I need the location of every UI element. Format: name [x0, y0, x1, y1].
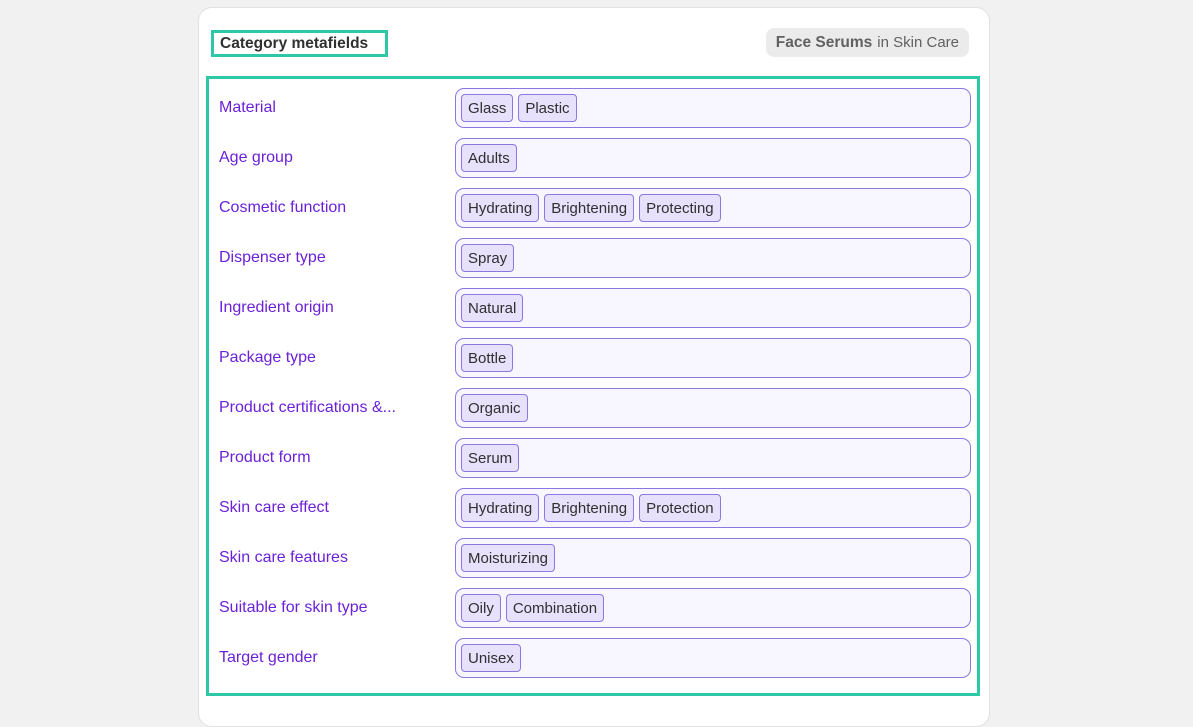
value-chip[interactable]: Protecting: [639, 194, 721, 222]
metafield-value-input[interactable]: Natural: [455, 288, 971, 328]
value-chip[interactable]: Adults: [461, 144, 517, 172]
metafield-row: Age group Adults: [209, 138, 977, 178]
metafield-row: Skin care features Moisturizing: [209, 538, 977, 578]
value-chip[interactable]: Moisturizing: [461, 544, 556, 572]
value-chip[interactable]: Serum: [461, 444, 520, 472]
metafield-label[interactable]: Product certifications &...: [219, 388, 396, 428]
metafield-label[interactable]: Skin care features: [219, 538, 348, 578]
metafield-label[interactable]: Product form: [219, 438, 311, 478]
metafield-value-input[interactable]: Hydrating Brightening Protection: [455, 488, 971, 528]
value-chip[interactable]: Hydrating: [461, 194, 540, 222]
value-chip[interactable]: Organic: [461, 394, 528, 422]
category-metafields-card: Category metafields Face Serums in Skin …: [198, 7, 990, 727]
metafields-list: Material Glass Plastic Age group Adults Cosme…: [206, 76, 980, 696]
metafield-row: Target gender Unisex: [209, 638, 977, 678]
value-chip[interactable]: Combination: [505, 594, 605, 622]
value-chip[interactable]: Bottle: [461, 344, 514, 372]
metafield-value-input[interactable]: Moisturizing: [455, 538, 971, 578]
metafield-row: Material Glass Plastic: [209, 88, 977, 128]
metafield-value-input[interactable]: Serum: [455, 438, 971, 478]
metafield-value-input[interactable]: Spray: [455, 238, 971, 278]
metafield-label[interactable]: Package type: [219, 338, 316, 378]
metafield-value-input[interactable]: Hydrating Brightening Protecting: [455, 188, 971, 228]
value-chip[interactable]: Natural: [461, 294, 524, 322]
value-chip[interactable]: Hydrating: [461, 494, 540, 522]
metafield-label[interactable]: Cosmetic function: [219, 188, 346, 228]
value-chip[interactable]: Oily: [461, 594, 501, 622]
metafield-row: Product certifications &... Organic: [209, 388, 977, 428]
metafield-row: Skin care effect Hydrating Brightening Prot…: [209, 488, 977, 528]
value-chip[interactable]: Spray: [461, 244, 515, 272]
metafield-label[interactable]: Dispenser type: [219, 238, 326, 278]
value-chip[interactable]: Plastic: [518, 94, 577, 122]
metafield-value-input[interactable]: Oily Combination: [455, 588, 971, 628]
metafield-label[interactable]: Material: [219, 88, 276, 128]
metafield-row: Cosmetic function Hydrating Brightening Pro…: [209, 188, 977, 228]
metafield-value-input[interactable]: Organic: [455, 388, 971, 428]
metafield-value-input[interactable]: Glass Plastic: [455, 88, 971, 128]
card-title: Category metafields: [220, 34, 369, 52]
category-name: Face Serums: [775, 33, 873, 51]
metafield-row: Suitable for skin type Oily Combination: [209, 588, 977, 628]
value-chip[interactable]: Unisex: [461, 644, 521, 672]
title-highlight: Category metafields: [211, 30, 388, 57]
metafield-value-input[interactable]: Adults: [455, 138, 971, 178]
metafield-label[interactable]: Skin care effect: [219, 488, 329, 528]
value-chip[interactable]: Brightening: [544, 494, 635, 522]
value-chip[interactable]: Glass: [461, 94, 514, 122]
metafield-label[interactable]: Age group: [219, 138, 293, 178]
metafield-value-input[interactable]: Bottle: [455, 338, 971, 378]
metafield-value-input[interactable]: Unisex: [455, 638, 971, 678]
metafield-row: Package type Bottle: [209, 338, 977, 378]
metafield-row: Dispenser type Spray: [209, 238, 977, 278]
category-parent: in Skin Care: [877, 34, 959, 51]
value-chip[interactable]: Protection: [639, 494, 721, 522]
metafield-label[interactable]: Target gender: [219, 638, 318, 678]
metafield-row: Product form Serum: [209, 438, 977, 478]
metafield-row: Ingredient origin Natural: [209, 288, 977, 328]
metafield-label[interactable]: Ingredient origin: [219, 288, 334, 328]
metafield-label[interactable]: Suitable for skin type: [219, 588, 368, 628]
category-badge: Face Serums in Skin Care: [765, 28, 969, 57]
value-chip[interactable]: Brightening: [544, 194, 635, 222]
